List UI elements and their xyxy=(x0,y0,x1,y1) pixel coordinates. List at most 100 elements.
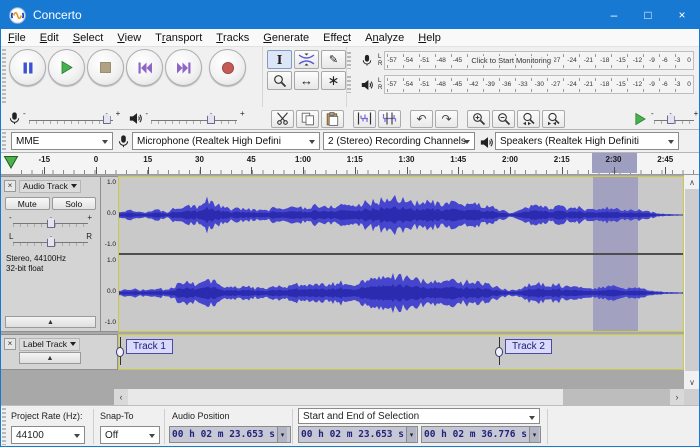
menu-generate[interactable]: Generate xyxy=(256,29,316,46)
vertical-scroll-thumb[interactable] xyxy=(685,189,699,371)
scroll-track[interactable] xyxy=(563,389,670,405)
playback-volume-slider[interactable] xyxy=(151,112,237,125)
menu-effect[interactable]: Effect xyxy=(316,29,358,46)
waveform-channel-right[interactable] xyxy=(119,255,683,331)
gain-slider[interactable]: - + xyxy=(9,213,92,229)
timeline-ruler[interactable]: ↔ -1501530451:001:151:301:452:002:152:30… xyxy=(1,153,699,175)
playback-volume-thumb[interactable] xyxy=(207,113,215,124)
redo-button[interactable]: ↷ xyxy=(435,110,458,128)
waveform-channel-left[interactable] xyxy=(119,177,683,253)
zoom-tool-button[interactable] xyxy=(267,71,292,90)
close-button[interactable]: × xyxy=(665,1,699,29)
paste-button[interactable] xyxy=(321,110,344,128)
menu-edit[interactable]: Edit xyxy=(33,29,66,46)
gain-thumb[interactable] xyxy=(47,217,55,228)
recording-volume-thumb[interactable] xyxy=(103,113,111,124)
menu-file[interactable]: File xyxy=(1,29,33,46)
scroll-up-button[interactable]: ∧ xyxy=(684,175,699,189)
close-track-button[interactable]: × xyxy=(4,180,16,192)
play-button[interactable] xyxy=(48,49,85,86)
play-speed-slider[interactable] xyxy=(654,112,694,125)
recording-channels-select[interactable]: 2 (Stereo) Recording Channels xyxy=(323,132,475,150)
pinned-play-head-icon[interactable] xyxy=(3,155,19,170)
maximize-button[interactable]: □ xyxy=(631,1,665,29)
time-format-dropdown[interactable]: ▾ xyxy=(406,427,416,442)
recording-meter[interactable]: L R -57-54-51-48-45-42-39-36-33-30-27-24… xyxy=(347,50,700,71)
skip-to-end-button[interactable] xyxy=(165,49,202,86)
selection-start-display[interactable]: 00 h 02 m 23.653 s ▾ xyxy=(298,426,418,443)
project-rate-select[interactable]: 44100 xyxy=(11,426,85,444)
label-marker-handle[interactable] xyxy=(495,347,503,357)
collapse-track-button[interactable]: ▲ xyxy=(5,316,96,328)
scroll-left-button[interactable]: ‹ xyxy=(114,389,128,405)
solo-button[interactable]: Solo xyxy=(52,197,97,210)
scroll-right-button[interactable]: › xyxy=(670,389,684,405)
pan-slider[interactable]: L R xyxy=(9,232,92,248)
copy-button[interactable] xyxy=(296,110,319,128)
menu-help[interactable]: Help xyxy=(411,29,448,46)
meter-tick-label: -24 xyxy=(567,81,576,89)
label-marker-handle[interactable] xyxy=(116,347,124,357)
menu-transport[interactable]: Transport xyxy=(148,29,209,46)
selection-end-display[interactable]: 00 h 02 m 36.776 s ▾ xyxy=(421,426,541,443)
vertical-scrollbar[interactable]: ∧ ∨ xyxy=(684,175,699,389)
waveform-display[interactable] xyxy=(118,176,684,332)
menu-analyze[interactable]: Analyze xyxy=(358,29,411,46)
selection-tool-button[interactable]: I xyxy=(267,50,292,69)
toolbar-gripper[interactable] xyxy=(347,76,351,93)
time-format-dropdown[interactable]: ▾ xyxy=(277,427,287,442)
playback-device-select[interactable]: Speakers (Realtek High Definiti xyxy=(495,132,679,150)
record-button[interactable] xyxy=(209,49,246,86)
toolbar-gripper[interactable] xyxy=(2,132,6,150)
label-track-content[interactable]: Track 1 Track 2 xyxy=(118,334,684,370)
play-at-speed-icon[interactable] xyxy=(633,112,647,126)
playback-meter[interactable]: L R -57-54-51-48-45-42-39-36-33-30-27-24… xyxy=(347,74,700,95)
track-title-menu[interactable]: Audio Track xyxy=(19,180,81,193)
audio-host-select[interactable]: MME xyxy=(11,132,113,150)
audio-position-display[interactable]: 00 h 02 m 23.653 s ▾ xyxy=(169,426,291,443)
pause-button[interactable] xyxy=(9,49,46,86)
minimize-button[interactable]: – xyxy=(597,1,631,29)
toolbar-gripper[interactable] xyxy=(347,52,351,69)
toolbar-gripper[interactable] xyxy=(2,49,6,105)
time-shift-tool-button[interactable]: ↔ xyxy=(294,71,319,90)
trim-audio-button[interactable] xyxy=(353,110,376,128)
horizontal-scroll-thumb[interactable] xyxy=(128,389,563,405)
silence-audio-button[interactable] xyxy=(378,110,401,128)
fit-project-button[interactable] xyxy=(542,110,565,128)
multi-tool-button[interactable]: ∗ xyxy=(321,71,346,90)
scroll-down-button[interactable]: ∨ xyxy=(684,375,699,389)
recording-volume-slider[interactable] xyxy=(29,112,113,125)
stop-button[interactable] xyxy=(87,49,124,86)
time-format-dropdown[interactable]: ▾ xyxy=(529,427,539,442)
close-track-button[interactable]: × xyxy=(4,338,16,350)
zoom-out-button[interactable] xyxy=(492,110,515,128)
horizontal-scrollbar[interactable]: ‹ › xyxy=(114,389,684,405)
mute-button[interactable]: Mute xyxy=(5,197,50,210)
vertical-scale-ruler[interactable]: 1.00.0-1.01.00.0-1.0 xyxy=(101,176,118,332)
label-text[interactable]: Track 1 xyxy=(126,339,173,354)
skip-to-start-button[interactable] xyxy=(126,49,163,86)
recording-meter-scale[interactable]: -57-54-51-48-45-42-39-36-33-30-27-24-21-… xyxy=(384,51,694,70)
pan-thumb[interactable] xyxy=(47,236,55,247)
zoom-in-button[interactable] xyxy=(467,110,490,128)
envelope-tool-button[interactable] xyxy=(294,50,319,69)
menu-select[interactable]: Select xyxy=(66,29,111,46)
meter-tick-label: -15 xyxy=(616,81,625,89)
toolbar-gripper[interactable] xyxy=(2,408,6,445)
play-speed-thumb[interactable] xyxy=(667,113,675,124)
collapse-track-button[interactable]: ▲ xyxy=(19,352,81,364)
cut-button[interactable] xyxy=(271,110,294,128)
menu-tracks[interactable]: Tracks xyxy=(209,29,256,46)
monitoring-hint[interactable]: Click to Start Monitoring xyxy=(468,56,554,65)
recording-device-select[interactable]: Microphone (Realtek High Defini xyxy=(132,132,320,150)
snap-to-select[interactable]: Off xyxy=(100,426,160,444)
draw-tool-button[interactable]: ✎ xyxy=(321,50,346,69)
selection-mode-select[interactable]: Start and End of Selection xyxy=(298,408,540,424)
track-title-menu[interactable]: Label Track xyxy=(19,338,80,351)
menu-view[interactable]: View xyxy=(110,29,148,46)
undo-button[interactable]: ↶ xyxy=(410,110,433,128)
label-text[interactable]: Track 2 xyxy=(505,339,552,354)
toolbar-divider xyxy=(547,409,548,444)
fit-selection-button[interactable] xyxy=(517,110,540,128)
